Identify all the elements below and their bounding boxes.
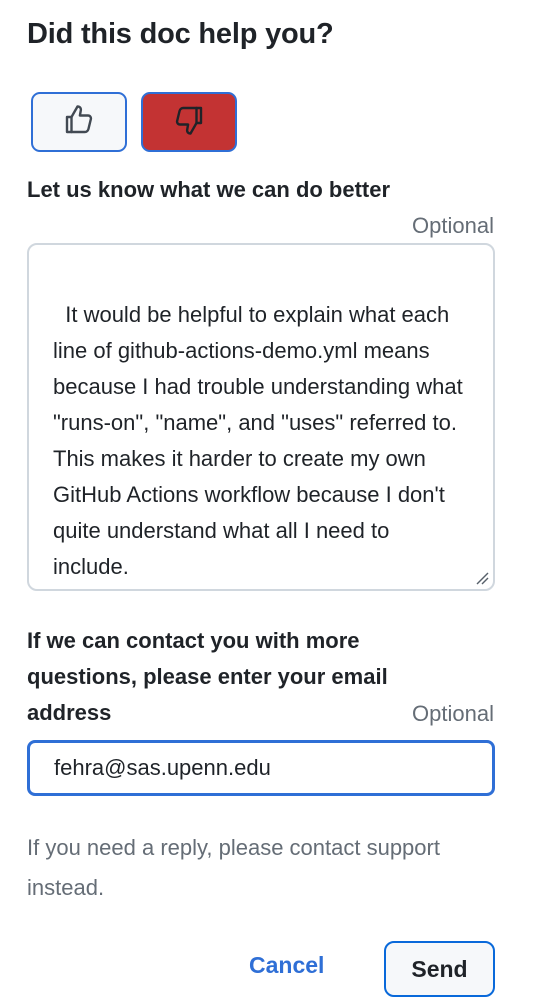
feedback-textarea[interactable]: It would be helpful to explain what each…: [27, 243, 495, 591]
support-note: If you need a reply, please contact supp…: [27, 835, 440, 900]
thumbs-down-icon: [171, 102, 207, 143]
contact-optional-label: Optional: [412, 701, 494, 726]
thumbs-down-button[interactable]: [141, 92, 237, 152]
feedback-text: It would be helpful to explain what each…: [53, 302, 469, 579]
contact-label: If we can contact you with more question…: [27, 628, 388, 725]
email-field[interactable]: fehra@sas.upenn.edu: [27, 740, 495, 796]
email-value: fehra@sas.upenn.edu: [54, 755, 271, 780]
feedback-title: Did this doc help you?: [27, 18, 334, 50]
cancel-button[interactable]: Cancel: [249, 952, 324, 979]
thumbs-up-button[interactable]: [31, 92, 127, 152]
feedback-label: Let us know what we can do better: [27, 177, 391, 202]
thumbs-up-icon: [61, 102, 97, 143]
feedback-optional-label: Optional: [412, 213, 494, 238]
resize-handle-icon[interactable]: [475, 571, 489, 585]
send-button[interactable]: Send: [384, 941, 495, 997]
